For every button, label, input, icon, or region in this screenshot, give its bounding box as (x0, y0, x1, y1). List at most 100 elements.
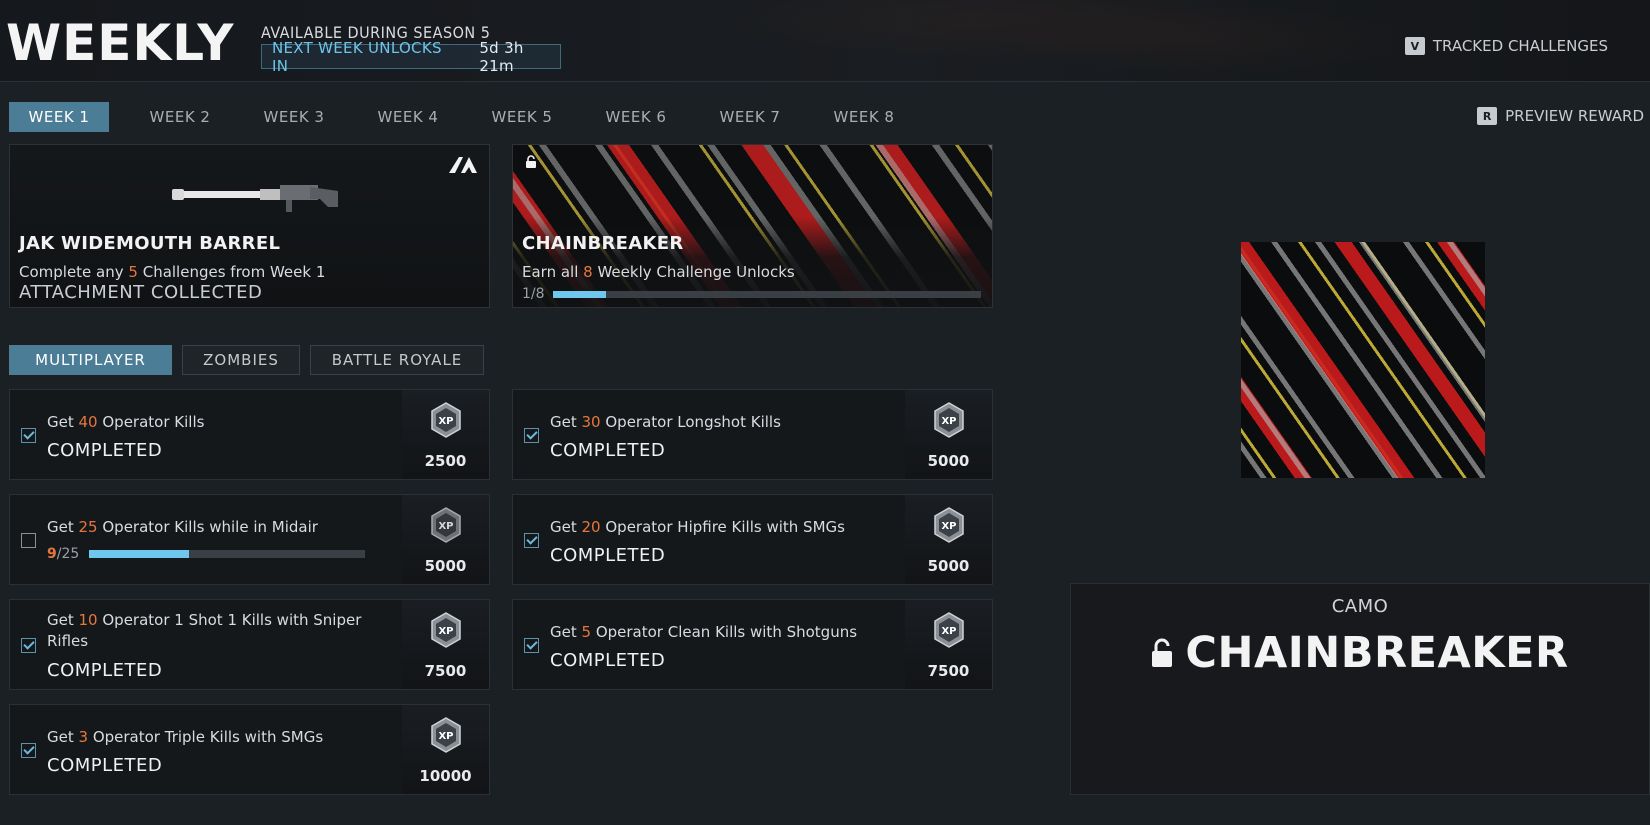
tracked-challenges-button[interactable]: V TRACKED CHALLENGES (1404, 37, 1608, 55)
xp-value: 7500 (927, 662, 970, 680)
tab-week-3[interactable]: WEEK 3 (237, 102, 351, 132)
reward-card-camo[interactable]: CHAINBREAKER Earn all 8 Weekly Challenge… (512, 144, 993, 308)
challenge-card[interactable]: Get 5 Operator Clean Kills with Shotguns… (512, 599, 993, 690)
ch-text: Get (47, 518, 79, 536)
v-key-icon: V (1404, 37, 1425, 55)
checkbox-checked-icon (524, 533, 539, 548)
svg-text:XP: XP (941, 626, 956, 637)
progress-text: 1/8 (522, 286, 545, 302)
unlock-time: 5d 3h 21m (479, 38, 524, 75)
ch-text: Operator Kills (97, 413, 205, 431)
brand-logo-icon (447, 155, 479, 175)
ch-count: 30 (581, 413, 601, 431)
xp-badge-icon: XP (934, 612, 964, 648)
reward-progress: 1/8 (522, 286, 981, 302)
reward-detail-panel: CAMO CHAINBREAKER (1070, 583, 1650, 795)
reward-description: Earn all 8 Weekly Challenge Unlocks (522, 263, 795, 281)
xp-badge-icon: XP (431, 507, 461, 543)
challenge-card[interactable]: Get 40 Operator Kills COMPLETED XP 2500 (9, 389, 490, 480)
svg-text:XP: XP (941, 521, 956, 532)
xp-value: 5000 (927, 452, 970, 470)
checkbox-checked-icon (21, 638, 36, 653)
xp-reward: XP 7500 (402, 600, 489, 689)
xp-badge-icon: XP (431, 717, 461, 753)
challenge-card[interactable]: Get 30 Operator Longshot Kills COMPLETED… (512, 389, 993, 480)
lock-icon (526, 155, 536, 168)
challenge-card[interactable]: Get 20 Operator Hipfire Kills with SMGs … (512, 494, 993, 585)
challenge-card[interactable]: Get 10 Operator 1 Shot 1 Kills with Snip… (9, 599, 490, 690)
unlock-label: NEXT WEEK UNLOCKS IN (272, 38, 442, 75)
challenge-status: COMPLETED (550, 650, 666, 671)
xp-reward: XP 10000 (402, 705, 489, 794)
challenge-status: COMPLETED (47, 440, 163, 461)
tab-week-7[interactable]: WEEK 7 (693, 102, 807, 132)
page-title: WEEKLY (6, 14, 235, 72)
tab-week-5[interactable]: WEEK 5 (465, 102, 579, 132)
challenge-status: COMPLETED (47, 660, 163, 681)
reward-type: CAMO (1331, 596, 1389, 617)
xp-reward: XP 2500 (402, 390, 489, 479)
sniper-rifle-icon (172, 185, 338, 212)
checkbox-checked-icon (524, 428, 539, 443)
challenge-status: COMPLETED (550, 545, 666, 566)
checkbox-checked-icon (21, 428, 36, 443)
ch-count: 40 (78, 413, 98, 431)
ch-count: 5 (581, 623, 592, 641)
tab-battle-royale[interactable]: BATTLE ROYALE (310, 345, 484, 375)
tracked-challenges-label: TRACKED CHALLENGES (1432, 37, 1608, 55)
challenge-title: Get 5 Operator Clean Kills with Shotguns (550, 622, 870, 643)
xp-value: 5000 (927, 557, 970, 575)
challenge-title: Get 20 Operator Hipfire Kills with SMGs (550, 517, 870, 538)
xp-badge-icon: XP (431, 612, 461, 648)
challenge-card[interactable]: Get 25 Operator Kills while in Midair 9/… (9, 494, 490, 585)
xp-value: 5000 (424, 557, 467, 575)
svg-text:XP: XP (438, 416, 453, 427)
reward-description: Complete any 5 Challenges from Week 1 (19, 263, 325, 281)
progress-bar-fill (89, 550, 189, 558)
checkbox-checked-icon (21, 743, 36, 758)
ch-count: 3 (78, 728, 89, 746)
tab-week-4[interactable]: WEEK 4 (351, 102, 465, 132)
xp-value: 2500 (424, 452, 467, 470)
ch-text: Operator Hipfire Kills with SMGs (600, 518, 845, 536)
preview-reward-button[interactable]: R PREVIEW REWARD (1477, 107, 1644, 125)
ch-text: Operator Kills while in Midair (97, 518, 318, 536)
xp-value: 10000 (419, 767, 472, 785)
tab-week-8[interactable]: WEEK 8 (807, 102, 921, 132)
tab-week-6[interactable]: WEEK 6 (579, 102, 693, 132)
ch-text: Get (47, 728, 79, 746)
reward-card-attachment[interactable]: JAK WIDEMOUTH BARREL Complete any 5 Chal… (9, 144, 490, 308)
challenge-card[interactable]: Get 3 Operator Triple Kills with SMGs CO… (9, 704, 490, 795)
r-key-icon: R (1477, 107, 1498, 125)
checkbox-empty-icon (21, 533, 36, 548)
progress-bar (552, 290, 981, 298)
xp-reward: XP 7500 (905, 600, 992, 689)
challenge-title: Get 10 Operator 1 Shot 1 Kills with Snip… (47, 610, 367, 652)
ch-text: Get (47, 611, 79, 629)
svg-text:XP: XP (438, 731, 453, 742)
tab-zombies[interactable]: ZOMBIES (182, 345, 300, 375)
week-tabs: WEEK 1 WEEK 2 WEEK 3 WEEK 4 WEEK 5 WEEK … (9, 102, 921, 132)
xp-badge-icon: XP (431, 402, 461, 438)
ch-text: Get (550, 623, 582, 641)
svg-text:XP: XP (438, 626, 453, 637)
xp-badge-icon: XP (934, 402, 964, 438)
tab-week-1[interactable]: WEEK 1 (9, 102, 109, 132)
mode-tabs: MULTIPLAYER ZOMBIES BATTLE ROYALE (9, 345, 484, 375)
tab-week-2[interactable]: WEEK 2 (123, 102, 237, 132)
desc-count: 8 (583, 263, 593, 281)
ch-text: Get (550, 518, 582, 536)
svg-text:XP: XP (941, 416, 956, 427)
svg-text:XP: XP (438, 521, 453, 532)
reward-name-row: CHAINBREAKER (1071, 628, 1649, 678)
ch-text: Operator Clean Kills with Shotguns (591, 623, 858, 641)
progress-total: /25 (56, 546, 80, 562)
desc-text: Weekly Challenge Unlocks (592, 263, 795, 281)
reward-title: CHAINBREAKER (522, 233, 684, 254)
reward-title: JAK WIDEMOUTH BARREL (19, 233, 281, 254)
challenge-title: Get 30 Operator Longshot Kills (550, 412, 870, 433)
tab-multiplayer[interactable]: MULTIPLAYER (9, 345, 172, 375)
progress-current: 9 (47, 546, 57, 562)
challenge-progress: 9/25 (47, 546, 366, 562)
xp-reward: XP 5000 (905, 390, 992, 479)
